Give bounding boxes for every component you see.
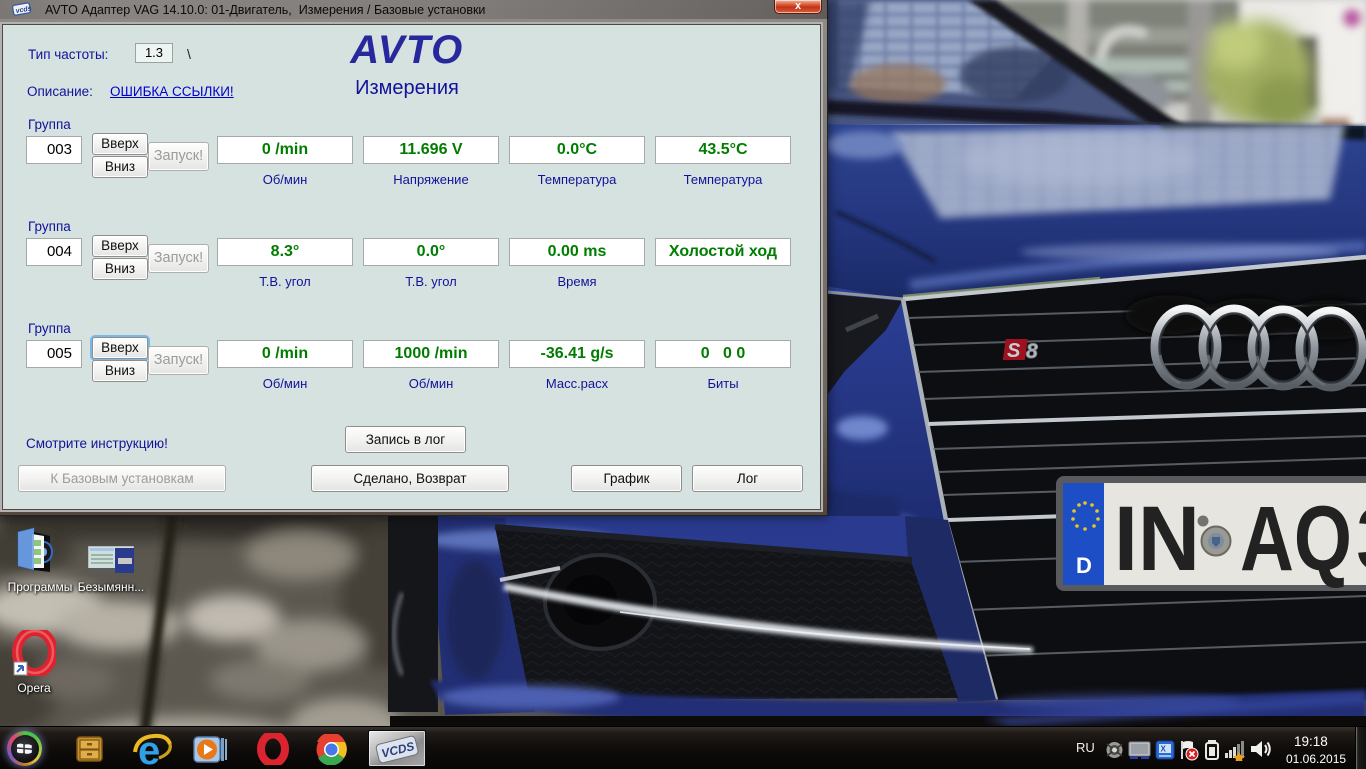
svg-text:S: S	[1007, 340, 1021, 362]
svg-text:IN: IN	[1114, 488, 1200, 590]
svg-text:3: 3	[1356, 488, 1366, 590]
svg-text:D: D	[1076, 553, 1092, 578]
svg-text:8: 8	[1026, 340, 1038, 363]
svg-text:AQ: AQ	[1240, 488, 1352, 590]
svg-text:vcds: vcds	[15, 5, 32, 15]
svg-text:X: X	[1161, 745, 1167, 754]
